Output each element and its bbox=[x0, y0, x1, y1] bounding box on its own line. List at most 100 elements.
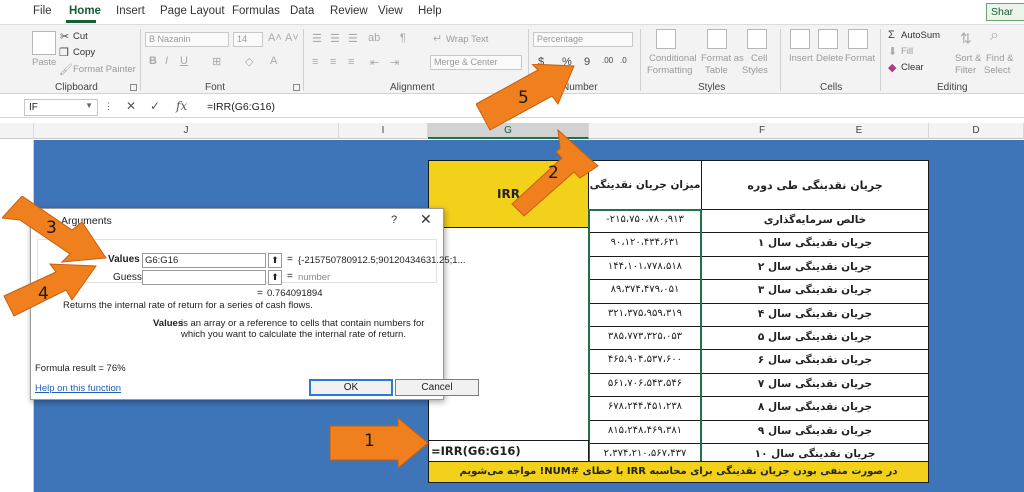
share-button[interactable]: Shar bbox=[986, 3, 1024, 21]
align-left-icon[interactable]: ≡ bbox=[312, 56, 318, 68]
error-note-cell[interactable]: در صورت منفی بودن جریان نقدینگی برای محا… bbox=[428, 461, 929, 483]
cash-flow-value-cell[interactable]: ۹۰،۱۲۰،۴۳۴،۶۳۱ bbox=[588, 232, 702, 257]
conditional-label[interactable]: Conditional bbox=[649, 53, 697, 64]
clear-label[interactable]: Clear bbox=[901, 62, 924, 73]
select-all-corner[interactable] bbox=[0, 123, 34, 139]
wrap-text-label[interactable]: Wrap Text bbox=[446, 34, 488, 45]
fill-icon[interactable]: ⬇ bbox=[888, 45, 897, 58]
paste-icon[interactable] bbox=[32, 31, 56, 55]
period-label-cell[interactable]: جریان نقدینگی سال ۱ bbox=[701, 232, 929, 257]
period-label-cell[interactable]: جریان نقدینگی سال ۵ bbox=[701, 326, 929, 351]
help-on-function-link[interactable]: Help on this function bbox=[35, 383, 121, 394]
menu-home[interactable]: Home bbox=[69, 5, 101, 17]
font-color-icon[interactable]: A bbox=[270, 55, 277, 67]
enter-icon[interactable]: ✓ bbox=[150, 99, 160, 113]
wrap-text-icon[interactable]: ↵ bbox=[433, 32, 442, 45]
menu-review[interactable]: Review bbox=[330, 5, 368, 17]
irr-formula-cell[interactable]: =IRR(G6:G16) bbox=[428, 440, 589, 462]
name-box[interactable]: IF ▼ bbox=[24, 99, 98, 116]
styles-label[interactable]: Styles bbox=[742, 65, 768, 76]
autosum-label[interactable]: AutoSum bbox=[901, 30, 940, 41]
column-header-e[interactable]: E bbox=[790, 123, 929, 139]
clipboard-launcher-icon[interactable] bbox=[130, 84, 137, 91]
period-label-cell[interactable]: جریان نقدینگی سال ۸ bbox=[701, 396, 929, 421]
comma-style-icon[interactable]: 9 bbox=[584, 56, 590, 68]
cash-flow-value-cell[interactable]: ۵۶۱،۷۰۶،۵۴۳،۵۴۶ bbox=[588, 372, 702, 398]
number-format-box[interactable]: Percentage bbox=[533, 32, 633, 47]
cell-label[interactable]: Cell bbox=[751, 53, 767, 64]
cash-flow-value-cell[interactable]: ۶۷۸،۲۴۴،۴۵۱،۲۳۸ bbox=[588, 396, 702, 421]
align-center-icon[interactable]: ≡ bbox=[330, 56, 336, 68]
insert-cells-icon[interactable] bbox=[790, 29, 810, 49]
find-label[interactable]: Find & bbox=[986, 53, 1013, 64]
menu-file[interactable]: File bbox=[33, 5, 52, 17]
select-label[interactable]: Select bbox=[984, 65, 1010, 76]
borders-icon[interactable]: ⊞ bbox=[212, 55, 221, 68]
align-right-icon[interactable]: ≡ bbox=[348, 56, 354, 68]
cash-flow-value-cell[interactable]: ۸۹،۳۷۴،۴۷۹،۰۵۱ bbox=[588, 279, 702, 304]
text-direction-icon[interactable]: ¶ bbox=[400, 32, 406, 44]
font-size-box[interactable]: 14 bbox=[233, 32, 263, 47]
bold-icon[interactable]: B bbox=[149, 55, 157, 67]
cash-flow-value-cell[interactable]: -۲۱۵،۷۵۰،۷۸۰،۹۱۳ bbox=[588, 209, 702, 234]
format-as-label[interactable]: Format as bbox=[701, 53, 744, 64]
autosum-icon[interactable]: Σ bbox=[888, 29, 895, 41]
increase-decimal-icon[interactable]: .00 bbox=[602, 56, 613, 65]
collapse-guess-icon[interactable]: ⬆ bbox=[268, 270, 282, 285]
italic-icon[interactable]: I bbox=[165, 55, 168, 67]
fill-label[interactable]: Fill bbox=[901, 46, 913, 57]
period-label-cell[interactable]: جریان نقدینگی سال ۶ bbox=[701, 349, 929, 374]
cash-flow-value-cell[interactable]: ۸۱۵،۲۴۸،۴۶۹،۳۸۱ bbox=[588, 419, 702, 444]
insert-label[interactable]: Insert bbox=[789, 53, 813, 64]
increase-indent-icon[interactable]: ⇥ bbox=[390, 56, 399, 69]
orientation-icon[interactable]: ab bbox=[368, 32, 380, 44]
collapse-values-icon[interactable]: ⬆ bbox=[268, 253, 282, 268]
format-as-table-icon[interactable] bbox=[707, 29, 727, 49]
top-align-icon[interactable]: ☰ bbox=[312, 32, 322, 45]
period-label-cell[interactable]: جریان نقدینگی سال ۳ bbox=[701, 279, 929, 304]
menu-page-layout[interactable]: Page Layout bbox=[160, 5, 225, 17]
cancel-button[interactable]: Cancel bbox=[395, 379, 479, 396]
copy-icon[interactable]: ❐ bbox=[59, 46, 69, 59]
format-cells-icon[interactable] bbox=[848, 29, 868, 49]
insert-function-icon[interactable]: fx bbox=[176, 99, 187, 113]
formula-text[interactable]: =IRR(G6:G16) bbox=[207, 101, 275, 113]
increase-font-icon[interactable]: A˄ bbox=[268, 32, 282, 44]
flow-header-cell[interactable]: میزان جریان نقدینگی bbox=[588, 160, 702, 210]
menu-formulas[interactable]: Formulas bbox=[232, 5, 280, 17]
close-icon[interactable]: ✕ bbox=[420, 211, 432, 228]
cash-flow-value-cell[interactable]: ۱۴۴،۱۰۱،۷۷۸،۵۱۸ bbox=[588, 255, 702, 281]
period-label-cell[interactable]: جریان نقدینگی سال ۴ bbox=[701, 302, 929, 327]
period-label-cell[interactable]: جریان نقدینگی سال ۷ bbox=[701, 372, 929, 398]
cash-flow-value-cell[interactable]: ۳۸۵،۷۷۳،۳۲۵،۰۵۳ bbox=[588, 326, 702, 351]
font-launcher-icon[interactable] bbox=[293, 84, 300, 91]
period-label-cell[interactable]: خالص سرمایه‌گذاری bbox=[701, 209, 929, 234]
filter-label[interactable]: Filter bbox=[955, 65, 976, 76]
cell-styles-icon[interactable] bbox=[747, 29, 767, 49]
middle-align-icon[interactable]: ☰ bbox=[330, 32, 340, 45]
decrease-decimal-icon[interactable]: .0 bbox=[620, 56, 627, 65]
column-header-i[interactable]: I bbox=[339, 123, 428, 139]
font-name-box[interactable]: B Nazanin bbox=[145, 32, 229, 47]
copy-label[interactable]: Copy bbox=[73, 47, 95, 58]
find-icon[interactable]: ⌕ bbox=[990, 27, 999, 45]
clear-icon[interactable]: ◆ bbox=[888, 61, 896, 74]
conditional-formatting-icon[interactable] bbox=[656, 29, 676, 49]
table-label[interactable]: Table bbox=[705, 65, 728, 76]
fill-color-icon[interactable]: ◇ bbox=[245, 55, 253, 68]
menu-data[interactable]: Data bbox=[290, 5, 314, 17]
cancel-icon[interactable]: ✕ bbox=[126, 99, 136, 113]
bottom-align-icon[interactable]: ☰ bbox=[348, 32, 358, 45]
dialog-help-button[interactable]: ? bbox=[391, 214, 397, 226]
format-painter-icon[interactable]: 🖌 bbox=[59, 63, 73, 76]
delete-label[interactable]: Delete bbox=[816, 53, 843, 64]
values-input[interactable]: G6:G16 bbox=[142, 253, 266, 268]
decrease-indent-icon[interactable]: ⇤ bbox=[370, 56, 379, 69]
formatting-label[interactable]: Formatting bbox=[647, 65, 692, 76]
decrease-font-icon[interactable]: A˅ bbox=[285, 32, 299, 44]
cut-icon[interactable]: ✂ bbox=[60, 30, 69, 43]
column-header-j[interactable]: J bbox=[34, 123, 339, 139]
underline-icon[interactable]: U bbox=[180, 55, 188, 67]
delete-cells-icon[interactable] bbox=[818, 29, 838, 49]
sort-label[interactable]: Sort & bbox=[955, 53, 981, 64]
